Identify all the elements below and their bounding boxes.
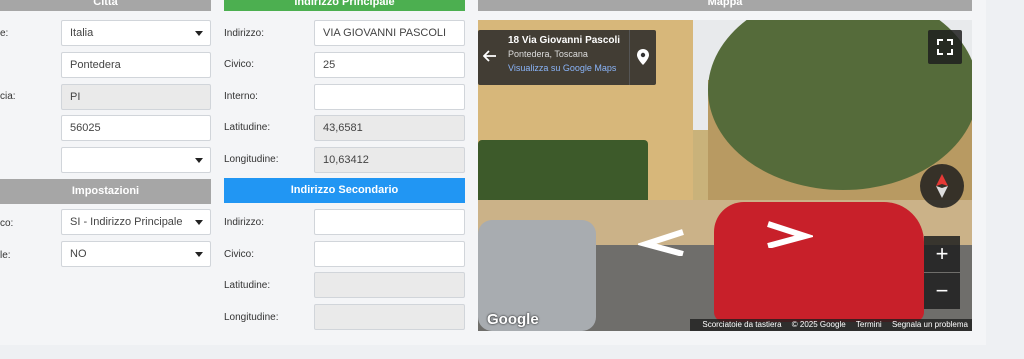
zoom-in-button[interactable]: +: [924, 236, 960, 272]
impostazioni-label-1: le:: [0, 250, 11, 261]
terms-link[interactable]: Termini: [856, 320, 882, 329]
secondario-label-latitudine: Latitudine:: [224, 280, 271, 291]
principale-header: Indirizzo Principale: [224, 0, 465, 11]
indirizzo-secondario-input[interactable]: [314, 209, 465, 235]
indirizzo-input[interactable]: VIA GIOVANNI PASCOLI: [314, 20, 465, 46]
address-info-box: 18 Via Giovanni Pascoli Pontedera, Tosca…: [478, 30, 656, 85]
location-pin-icon: [637, 49, 649, 65]
citta-input[interactable]: Pontedera: [61, 52, 211, 78]
address-city: Pontedera, Toscana: [508, 49, 588, 59]
impostazione-select[interactable]: NO: [61, 241, 211, 267]
map-footer: Scorciatoie da tastiera © 2025 Google Te…: [690, 319, 972, 331]
impostazioni-label-0: co:: [0, 218, 14, 229]
back-arrow-icon[interactable]: [483, 50, 497, 62]
secondario-label-civico: Civico:: [224, 249, 255, 260]
report-problem-link[interactable]: Segnala un problema: [892, 320, 968, 329]
principale-label-latitudine: Latitudine:: [224, 122, 271, 133]
copyright-text: © 2025 Google: [791, 320, 846, 329]
location-pin-button[interactable]: [629, 30, 656, 85]
address-title: 18 Via Giovanni Pascoli: [508, 35, 621, 46]
chevron-down-icon: [195, 220, 203, 225]
zoom-out-button[interactable]: −: [924, 273, 960, 309]
navigate-right-arrow-icon[interactable]: [763, 220, 813, 248]
fullscreen-icon: [937, 39, 953, 55]
compass-button[interactable]: [920, 164, 964, 208]
provincia-field: PI: [61, 84, 211, 110]
hedge: [478, 140, 648, 208]
chevron-down-icon: [195, 31, 203, 36]
nazione-select[interactable]: Italia: [61, 20, 211, 46]
extra-select[interactable]: [61, 147, 211, 173]
google-logo: Google: [487, 311, 539, 328]
fullscreen-button[interactable]: [928, 30, 962, 64]
mappa-header: Mappa: [478, 0, 972, 11]
longitudine-field: 10,63412: [314, 147, 465, 173]
indirizzo-tipo-select[interactable]: SI - Indirizzo Principale: [61, 209, 211, 235]
latitudine-field: 43,6581: [314, 115, 465, 141]
civico-secondario-input[interactable]: [314, 241, 465, 267]
impostazioni-header: Impostazioni: [0, 179, 211, 204]
red-car: [714, 202, 924, 322]
latitudine-secondario-field: [314, 272, 465, 298]
principale-label-indirizzo: Indirizzo:: [224, 28, 265, 39]
secondario-label-longitudine: Longitudine:: [224, 312, 279, 323]
principale-label-longitudine: Longitudine:: [224, 154, 279, 165]
civico-input[interactable]: 25: [314, 52, 465, 78]
street-view-map[interactable]: 18 Via Giovanni Pascoli Pontedera, Tosca…: [478, 20, 972, 331]
citta-header: Città: [0, 0, 211, 11]
compass-icon: [936, 174, 948, 198]
keyboard-shortcuts-link[interactable]: Scorciatoie da tastiera: [702, 320, 781, 329]
longitudine-secondario-field: [314, 304, 465, 330]
navigate-left-arrow-icon[interactable]: [638, 228, 688, 256]
secondario-header: Indirizzo Secondario: [224, 178, 465, 203]
secondario-label-indirizzo: Indirizzo:: [224, 217, 265, 228]
principale-label-interno: Interno:: [224, 91, 258, 102]
cap-input[interactable]: 56025: [61, 115, 211, 141]
google-maps-link[interactable]: Visualizza su Google Maps: [508, 63, 616, 73]
chevron-down-icon: [195, 158, 203, 163]
principale-label-civico: Civico:: [224, 59, 255, 70]
chevron-down-icon: [195, 252, 203, 257]
citta-label-0: e:: [0, 28, 9, 39]
interno-input[interactable]: [314, 84, 465, 110]
citta-label-2: cia:: [0, 91, 16, 102]
